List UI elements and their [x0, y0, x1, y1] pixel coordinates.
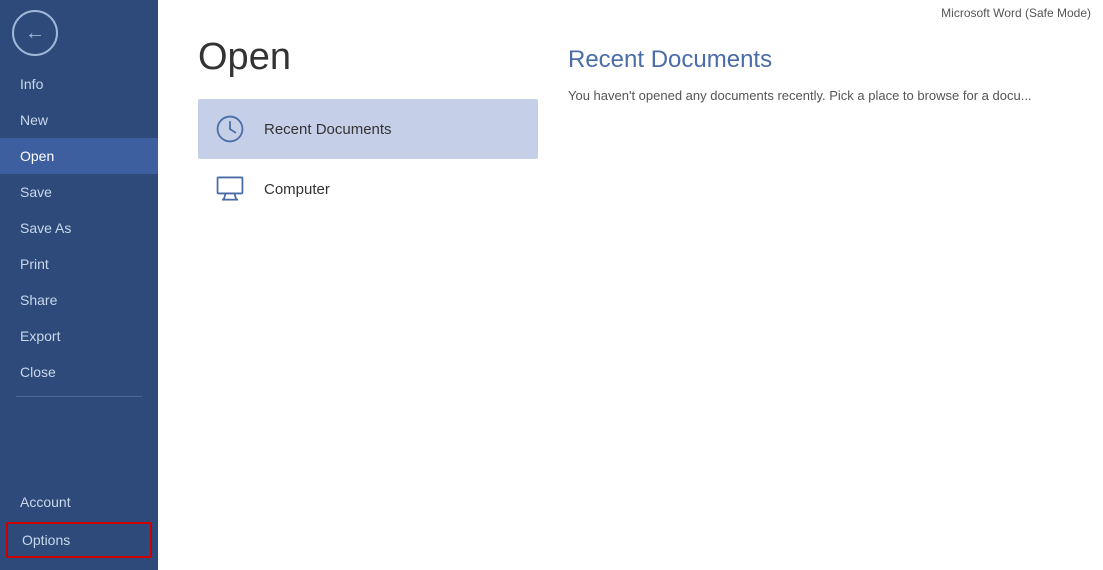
section-title: Recent Documents — [568, 46, 1073, 74]
sidebar-item-info[interactable]: Info — [0, 66, 158, 102]
location-list: Recent Documents Computer — [198, 99, 538, 219]
main-content: Microsoft Word (Safe Mode) Open Recent D… — [158, 0, 1103, 570]
top-bar: Microsoft Word (Safe Mode) — [158, 0, 1103, 26]
sidebar-item-share[interactable]: Share — [0, 282, 158, 318]
sidebar-item-new[interactable]: New — [0, 102, 158, 138]
app-title: Microsoft Word (Safe Mode) — [941, 6, 1091, 20]
location-item-computer[interactable]: Computer — [198, 159, 538, 219]
computer-icon — [212, 171, 248, 207]
back-arrow-icon: ← — [25, 22, 45, 45]
page-title: Open — [198, 36, 538, 79]
back-button[interactable]: ← — [12, 10, 58, 56]
open-panel: Open Recent Documents — [158, 26, 538, 570]
sidebar-item-print[interactable]: Print — [0, 246, 158, 282]
recent-documents-label: Recent Documents — [264, 121, 392, 138]
sidebar-divider — [16, 396, 142, 397]
location-item-recent[interactable]: Recent Documents — [198, 99, 538, 159]
sidebar: ← Info New Open Save Save As Print Share… — [0, 0, 158, 570]
sidebar-item-close[interactable]: Close — [0, 354, 158, 390]
sidebar-bottom: Account Options — [0, 484, 158, 570]
sidebar-item-export[interactable]: Export — [0, 318, 158, 354]
sidebar-item-save[interactable]: Save — [0, 174, 158, 210]
right-panel: Recent Documents You haven't opened any … — [538, 26, 1103, 570]
sidebar-item-account[interactable]: Account — [0, 484, 158, 520]
clock-icon — [212, 111, 248, 147]
sidebar-item-open[interactable]: Open — [0, 138, 158, 174]
computer-label: Computer — [264, 181, 330, 198]
sidebar-nav: Info New Open Save Save As Print Share E… — [0, 66, 158, 570]
sidebar-item-save-as[interactable]: Save As — [0, 210, 158, 246]
sidebar-item-options[interactable]: Options — [6, 522, 152, 558]
content-area: Open Recent Documents — [158, 26, 1103, 570]
section-description: You haven't opened any documents recentl… — [568, 86, 1073, 106]
